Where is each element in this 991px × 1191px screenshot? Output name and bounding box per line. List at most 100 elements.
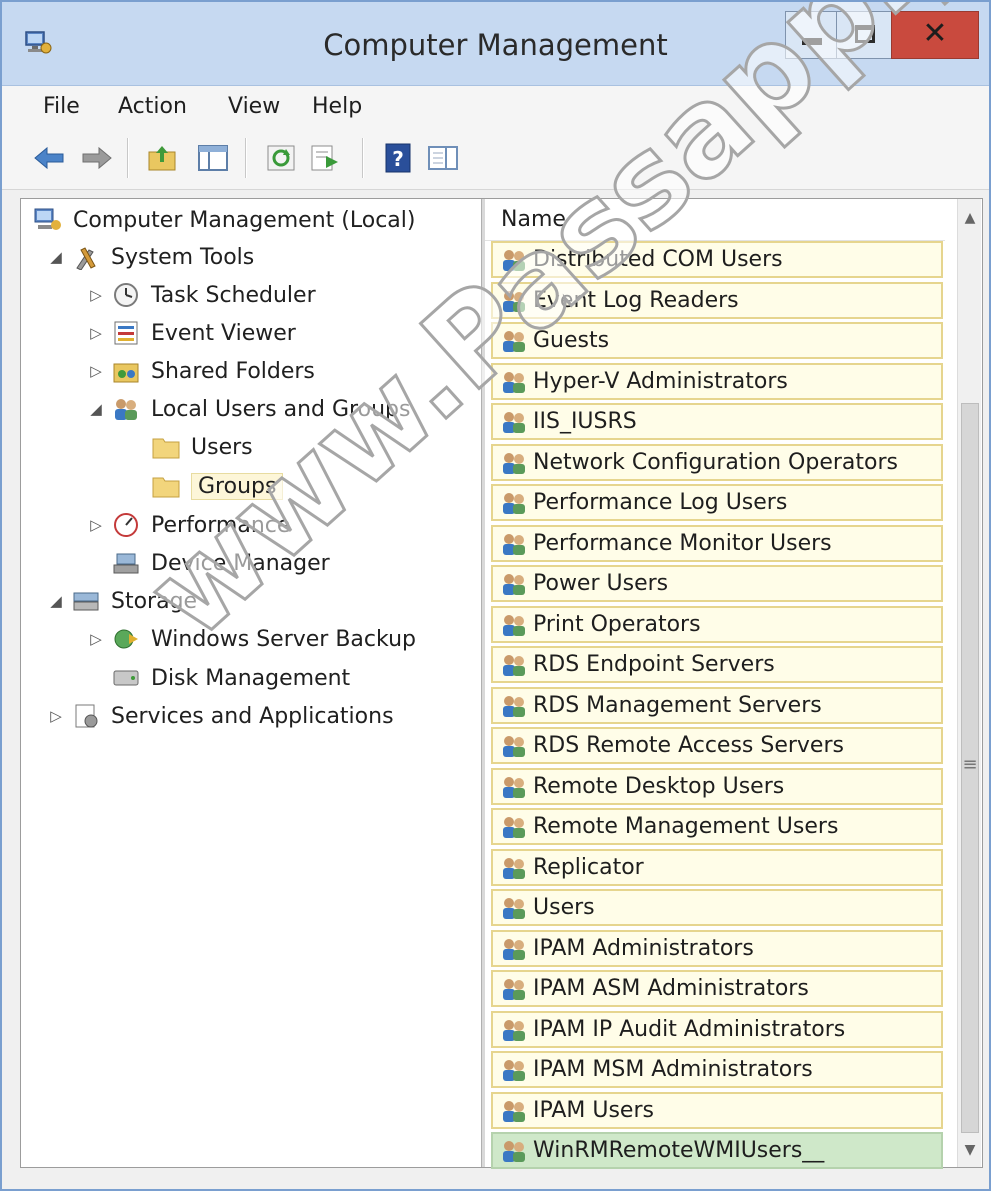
results-list: Name Distributed COM Users Event Log Read… bbox=[485, 199, 982, 1169]
group-name: IIS_IUSRS bbox=[533, 409, 637, 434]
tree-item-label: Services and Applications bbox=[111, 703, 394, 729]
list-item[interactable]: Network Configuration Operators bbox=[491, 444, 943, 481]
group-icon bbox=[503, 1140, 525, 1162]
list-item[interactable]: Remote Management Users bbox=[491, 808, 943, 845]
list-item[interactable]: Print Operators bbox=[491, 606, 943, 643]
scroll-down-icon[interactable]: ▼ bbox=[958, 1135, 982, 1165]
maximize-button[interactable] bbox=[836, 11, 892, 59]
menu-action[interactable]: Action bbox=[118, 94, 187, 119]
group-icon bbox=[503, 249, 525, 271]
list-item[interactable]: Replicator bbox=[491, 849, 943, 886]
toolbar-separator bbox=[127, 138, 129, 178]
tree-item-groups[interactable]: Groups bbox=[151, 469, 284, 503]
list-item[interactable]: RDS Endpoint Servers bbox=[491, 646, 943, 683]
group-name: IPAM Administrators bbox=[533, 936, 754, 961]
group-name: Remote Management Users bbox=[533, 814, 839, 839]
collapsed-triangle-icon[interactable]: ▷ bbox=[87, 324, 105, 342]
folder-icon bbox=[152, 477, 180, 498]
list-item[interactable]: Guests bbox=[491, 322, 943, 359]
tree-item-label: Local Users and Groups bbox=[151, 396, 411, 422]
expanded-triangle-icon[interactable]: ◢ bbox=[47, 592, 65, 610]
forward-arrow-icon[interactable] bbox=[80, 142, 114, 174]
export-list-icon[interactable] bbox=[308, 142, 342, 174]
tree-item-services-and-applications[interactable]: ▷ Services and Applications bbox=[47, 699, 394, 733]
tree-item-task-scheduler[interactable]: ▷ Task Scheduler bbox=[87, 278, 316, 312]
tree-item-shared-folders[interactable]: ▷ Shared Folders bbox=[87, 354, 315, 388]
tree-item-device-manager[interactable]: Device Manager bbox=[111, 546, 330, 580]
menu-file[interactable]: File bbox=[43, 94, 80, 119]
tree-item-system-tools[interactable]: ◢ System Tools bbox=[47, 240, 254, 274]
menu-help[interactable]: Help bbox=[312, 94, 362, 119]
list-item[interactable]: Distributed COM Users bbox=[491, 241, 943, 278]
group-name: IPAM ASM Administrators bbox=[533, 976, 809, 1001]
up-folder-icon[interactable] bbox=[146, 142, 180, 174]
tree-item-windows-server-backup[interactable]: ▷ Windows Server Backup bbox=[87, 622, 416, 656]
list-item[interactable]: RDS Remote Access Servers bbox=[491, 727, 943, 764]
tree-item-event-viewer[interactable]: ▷ Event Viewer bbox=[87, 316, 296, 350]
group-icon bbox=[503, 452, 525, 474]
show-hide-tree-icon[interactable] bbox=[196, 142, 230, 174]
group-icon bbox=[503, 978, 525, 1000]
tree-item-label: Task Scheduler bbox=[151, 282, 316, 308]
tree-item-root[interactable]: Computer Management (Local) bbox=[33, 203, 415, 237]
list-item[interactable]: IPAM MSM Administrators bbox=[491, 1051, 943, 1088]
collapsed-triangle-icon[interactable]: ▷ bbox=[87, 286, 105, 304]
backup-icon bbox=[114, 629, 138, 649]
group-icon bbox=[503, 371, 525, 393]
back-arrow-icon[interactable] bbox=[32, 142, 66, 174]
show-hide-action-pane-icon[interactable] bbox=[426, 142, 460, 174]
users-group-icon bbox=[115, 399, 137, 420]
list-item[interactable]: WinRMRemoteWMIUsers__ bbox=[491, 1132, 943, 1169]
list-item[interactable]: Power Users bbox=[491, 565, 943, 602]
list-item[interactable]: IPAM Users bbox=[491, 1092, 943, 1129]
tree-item-performance[interactable]: ▷ Performance bbox=[87, 508, 290, 542]
group-name: IPAM Users bbox=[533, 1098, 654, 1123]
expanded-triangle-icon[interactable]: ◢ bbox=[47, 248, 65, 266]
minimize-button[interactable] bbox=[785, 11, 837, 59]
scroll-thumb[interactable]: ≡ bbox=[961, 403, 979, 1133]
tree-item-disk-management[interactable]: Disk Management bbox=[111, 661, 350, 695]
collapsed-triangle-icon[interactable]: ▷ bbox=[87, 516, 105, 534]
close-button[interactable]: ✕ bbox=[891, 11, 979, 59]
list-item[interactable]: RDS Management Servers bbox=[491, 687, 943, 724]
group-icon bbox=[503, 735, 525, 757]
list-item[interactable]: IPAM Administrators bbox=[491, 930, 943, 967]
tree-item-local-users-and-groups[interactable]: ◢ Local Users and Groups bbox=[87, 392, 410, 426]
list-item[interactable]: Performance Monitor Users bbox=[491, 525, 943, 562]
tree-item-users[interactable]: Users bbox=[151, 430, 253, 464]
tree-item-label: Performance bbox=[151, 512, 291, 538]
group-icon bbox=[503, 1100, 525, 1122]
scroll-up-icon[interactable]: ▲ bbox=[958, 203, 982, 233]
column-header-name[interactable]: Name bbox=[485, 199, 945, 241]
group-name: Event Log Readers bbox=[533, 288, 739, 313]
list-item[interactable]: IIS_IUSRS bbox=[491, 403, 943, 440]
group-icon bbox=[503, 654, 525, 676]
title-bar[interactable]: Computer Management ✕ bbox=[2, 2, 989, 86]
device-manager-icon bbox=[113, 553, 139, 574]
vertical-scrollbar[interactable]: ▲ ≡ ▼ bbox=[957, 199, 981, 1167]
menu-bar: File Action View Help bbox=[2, 86, 989, 128]
menu-view[interactable]: View bbox=[228, 94, 280, 119]
group-name: Network Configuration Operators bbox=[533, 450, 898, 475]
refresh-icon[interactable] bbox=[264, 142, 298, 174]
collapsed-triangle-icon[interactable]: ▷ bbox=[47, 707, 65, 725]
tree-item-storage[interactable]: ◢ Storage bbox=[47, 584, 197, 618]
list-item[interactable]: IPAM ASM Administrators bbox=[491, 970, 943, 1007]
collapsed-triangle-icon[interactable]: ▷ bbox=[87, 630, 105, 648]
help-icon[interactable]: ? bbox=[382, 142, 416, 174]
tools-icon bbox=[76, 247, 96, 270]
disk-icon bbox=[113, 670, 139, 686]
list-item[interactable]: Users bbox=[491, 889, 943, 926]
list-item[interactable]: Hyper-V Administrators bbox=[491, 363, 943, 400]
group-icon bbox=[503, 290, 525, 312]
list-item[interactable]: IPAM IP Audit Administrators bbox=[491, 1011, 943, 1048]
toolbar-separator bbox=[245, 138, 247, 178]
list-item[interactable]: Remote Desktop Users bbox=[491, 768, 943, 805]
list-item[interactable]: Performance Log Users bbox=[491, 484, 943, 521]
group-name: Remote Desktop Users bbox=[533, 774, 785, 799]
expanded-triangle-icon[interactable]: ◢ bbox=[87, 400, 105, 418]
group-name: Guests bbox=[533, 328, 610, 353]
toolbar: ? bbox=[2, 128, 989, 190]
list-item[interactable]: Event Log Readers bbox=[491, 282, 943, 319]
collapsed-triangle-icon[interactable]: ▷ bbox=[87, 362, 105, 380]
